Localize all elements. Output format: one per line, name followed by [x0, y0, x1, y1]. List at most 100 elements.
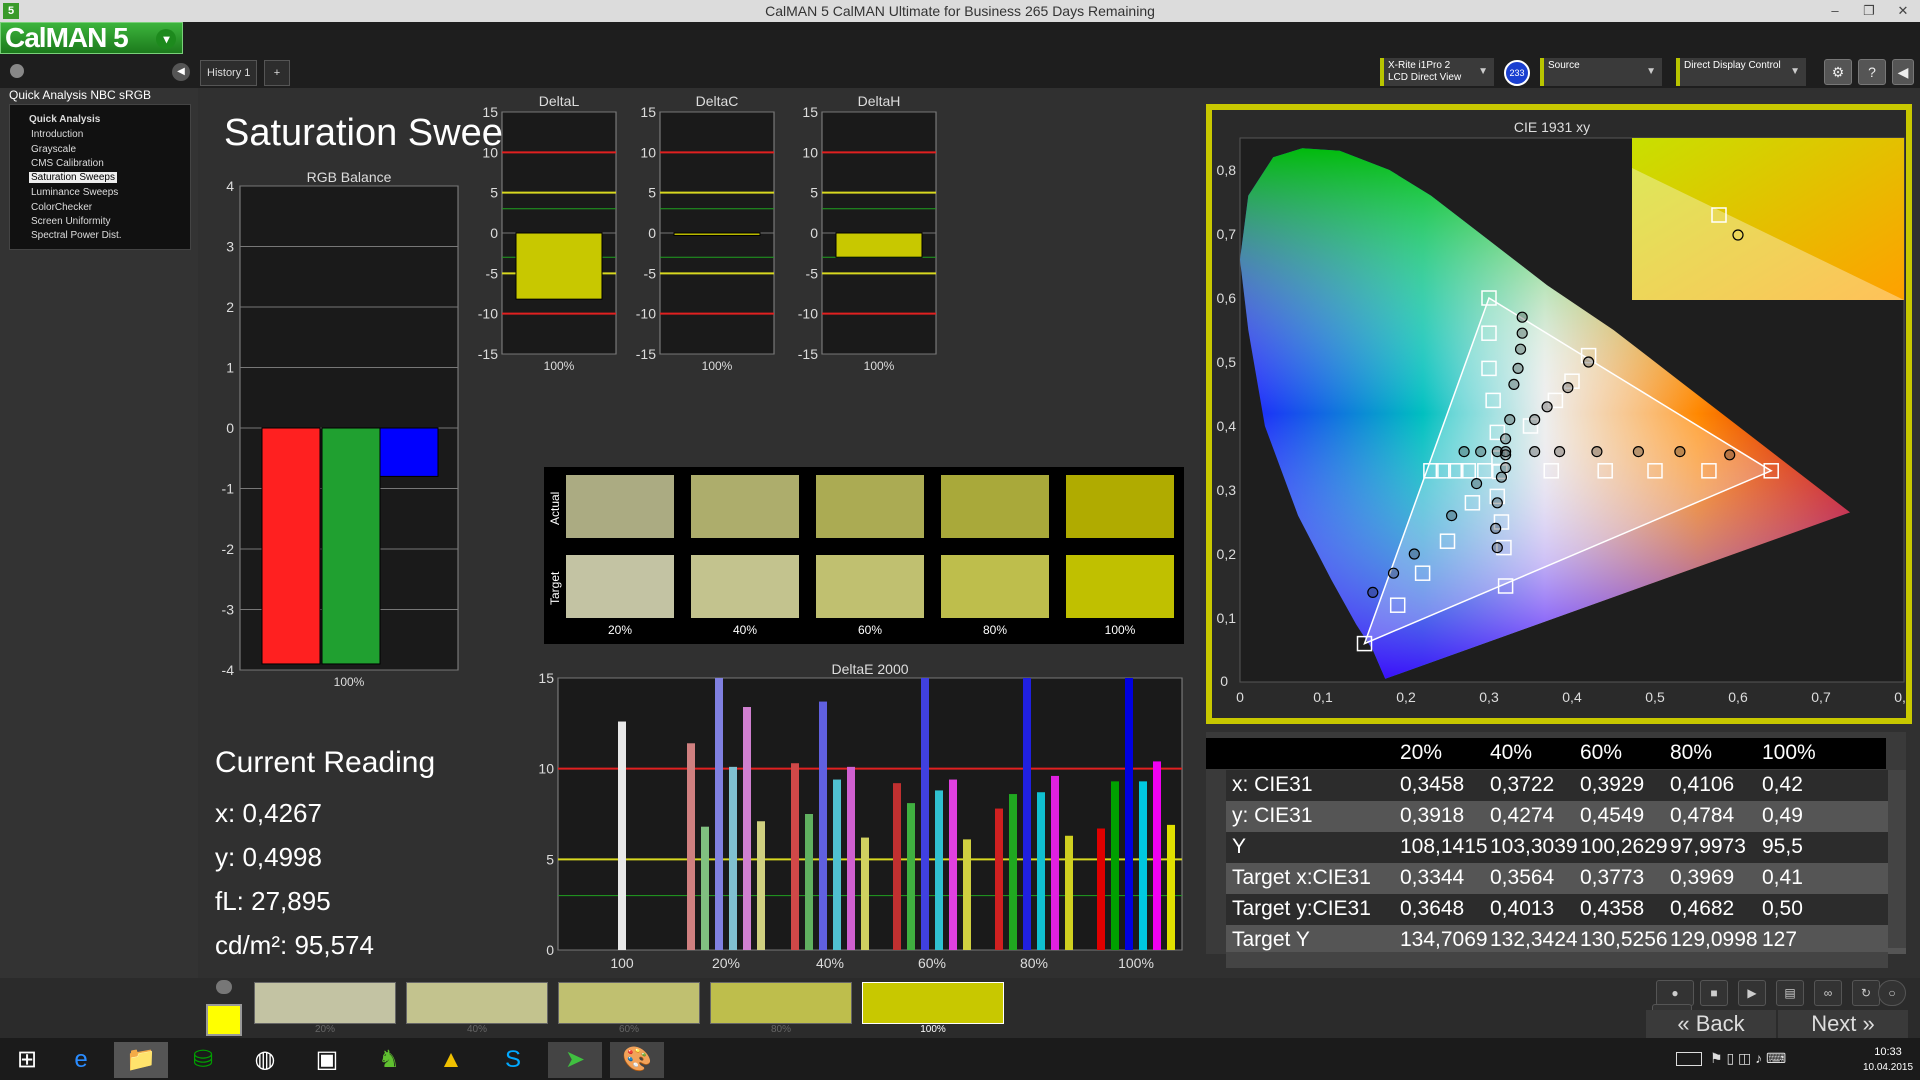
- actual-swatch[interactable]: [941, 475, 1049, 538]
- nav-item-saturation-sweeps[interactable]: Saturation Sweeps: [29, 172, 117, 183]
- stop-button[interactable]: ■: [1700, 980, 1728, 1006]
- collapse-sidebar-button[interactable]: ◀: [172, 63, 190, 81]
- display-control-label: Direct Display Control: [1684, 60, 1781, 71]
- deltac-chart: DeltaC 15 10 5 0 -5 -10 -15 100%: [636, 93, 775, 373]
- target-swatch[interactable]: [1066, 555, 1174, 618]
- current-color-swatch[interactable]: [206, 1004, 242, 1036]
- refresh-icon[interactable]: ↻: [1852, 980, 1880, 1006]
- table-cell: 134,7069: [1400, 928, 1488, 951]
- deltae-bar: [791, 763, 799, 950]
- nav-item-spectral-power[interactable]: Spectral Power Dist.: [31, 230, 122, 241]
- y-tick-label: 0: [490, 225, 498, 241]
- table-hscrollbar[interactable]: [1226, 952, 1888, 968]
- data-table: 20% 40% 60% 80% 100% x: CIE31 0,3458 0,3722 0,39…: [1206, 732, 1906, 954]
- nav-group-quick-analysis[interactable]: Quick Analysis: [29, 114, 100, 125]
- save-icon[interactable]: ▤: [1776, 980, 1804, 1006]
- y-tick-label: 10: [802, 144, 818, 160]
- nav-item-luminance-sweeps[interactable]: Luminance Sweeps: [31, 187, 118, 198]
- table-cell: 0,4358: [1580, 897, 1645, 920]
- title-bar: 5 CalMAN 5 CalMAN Ultimate for Business …: [0, 0, 1920, 22]
- table-vscrollbar[interactable]: [1888, 770, 1906, 948]
- table-cell: 0,4274: [1490, 804, 1555, 827]
- x-tick-label: 0,4: [1562, 689, 1582, 705]
- tab-history-1[interactable]: History 1: [200, 60, 258, 86]
- target-swatch[interactable]: [691, 555, 799, 618]
- patch-button[interactable]: [254, 982, 396, 1024]
- patch-button[interactable]: [862, 982, 1004, 1024]
- close-button[interactable]: ✕: [1886, 0, 1920, 22]
- add-tab-button[interactable]: +: [264, 60, 290, 86]
- help-icon[interactable]: ?: [1858, 59, 1886, 85]
- skype-icon[interactable]: S: [486, 1042, 540, 1078]
- y-tick-label: -15: [636, 346, 656, 362]
- nav-item-introduction[interactable]: Introduction: [31, 129, 83, 140]
- deltae-bar: [729, 766, 737, 950]
- loop-icon[interactable]: ∞: [1814, 980, 1842, 1006]
- target-swatch[interactable]: [566, 555, 674, 618]
- tray-icons[interactable]: ⚑ ▯ ◫ ♪ ⌨: [1710, 1050, 1786, 1067]
- paint-icon[interactable]: 🎨: [610, 1042, 664, 1078]
- x-tick-label: 0,8: [1894, 689, 1906, 705]
- google-drive-icon[interactable]: ▲: [424, 1042, 478, 1078]
- store-icon[interactable]: ⛁: [176, 1042, 230, 1078]
- maximize-button[interactable]: ❐: [1852, 0, 1886, 22]
- remote-desktop-icon[interactable]: ▣: [300, 1042, 354, 1078]
- record-icon[interactable]: ○: [1878, 980, 1906, 1006]
- collapse-right-icon[interactable]: ◀: [1892, 59, 1914, 85]
- nav-item-screen-uniformity[interactable]: Screen Uniformity: [31, 216, 110, 227]
- actual-swatch[interactable]: [566, 475, 674, 538]
- table-cell: 0,3344: [1400, 866, 1465, 889]
- plot-area: [557, 677, 1183, 951]
- deltae-chart: DeltaE 2000 15 10 5 0 100 20% 40% 60% 80% 100%: [538, 661, 1183, 971]
- meter-badge[interactable]: 233: [1504, 60, 1530, 86]
- row-label-target: Target: [548, 571, 562, 605]
- target-swatch[interactable]: [941, 555, 1049, 618]
- minimize-button[interactable]: –: [1818, 0, 1852, 22]
- actual-swatch[interactable]: [816, 475, 924, 538]
- measured-point: [1500, 433, 1512, 445]
- actual-swatch[interactable]: [691, 475, 799, 538]
- workflow-title: Quick Analysis NBC sRGB: [9, 88, 152, 102]
- deltae-bar: [701, 826, 709, 950]
- y-tick-label: 15: [538, 670, 554, 686]
- table-cell: 0,4682: [1670, 897, 1735, 920]
- deltae-bar: [1051, 775, 1059, 950]
- keyboard-icon[interactable]: [1676, 1052, 1702, 1066]
- nav-item-colorchecker[interactable]: ColorChecker: [31, 202, 92, 213]
- pin-icon[interactable]: ●: [1656, 980, 1694, 1006]
- measured-point: [1553, 446, 1566, 458]
- display-control-selector[interactable]: Direct Display Control ▼: [1676, 58, 1806, 86]
- y-tick-label: 5: [546, 851, 554, 867]
- globe-icon[interactable]: ◍: [238, 1042, 292, 1078]
- back-button[interactable]: « Back: [1646, 1010, 1776, 1038]
- ie-icon[interactable]: e: [54, 1042, 108, 1078]
- nav-item-cms-calibration[interactable]: CMS Calibration: [31, 158, 104, 169]
- pin-icon[interactable]: [10, 64, 24, 78]
- deltae-bar: [805, 814, 813, 950]
- row-label: Target Y: [1232, 928, 1310, 951]
- calman-taskbar-icon[interactable]: ➤: [548, 1042, 602, 1078]
- deltae-bar: [1139, 781, 1147, 950]
- windows-start-icon[interactable]: ⊞: [0, 1042, 54, 1078]
- target-swatch[interactable]: [816, 555, 924, 618]
- file-explorer-icon[interactable]: 📁: [114, 1042, 168, 1078]
- table-cell: 0,4784: [1670, 804, 1735, 827]
- nav-item-grayscale[interactable]: Grayscale: [31, 144, 76, 155]
- patch-button[interactable]: [710, 982, 852, 1024]
- meter-selector[interactable]: X-Rite i1Pro 2 LCD Direct View ▼: [1380, 58, 1494, 86]
- patch-button[interactable]: [558, 982, 700, 1024]
- play-icon[interactable]: ▶: [1738, 980, 1766, 1006]
- gear-icon[interactable]: ⚙: [1824, 59, 1852, 85]
- evernote-icon[interactable]: ♞: [362, 1042, 416, 1078]
- actual-swatch[interactable]: [1066, 475, 1174, 538]
- calman-logo-button[interactable]: CalMAN 5 ▾: [0, 22, 183, 54]
- source-selector[interactable]: Source ▼: [1540, 58, 1662, 86]
- patch-button[interactable]: [406, 982, 548, 1024]
- next-button[interactable]: Next »: [1778, 1010, 1908, 1038]
- measured-point: [1387, 567, 1400, 579]
- measured-point: [1591, 446, 1603, 458]
- pin-icon[interactable]: [216, 980, 232, 994]
- table-row: Y 108,1415 103,3039 100,2629 97,9973 95,5: [1226, 832, 1906, 863]
- y-tick-label: 4: [226, 178, 234, 194]
- y-tick-label: 0,8: [1217, 162, 1237, 178]
